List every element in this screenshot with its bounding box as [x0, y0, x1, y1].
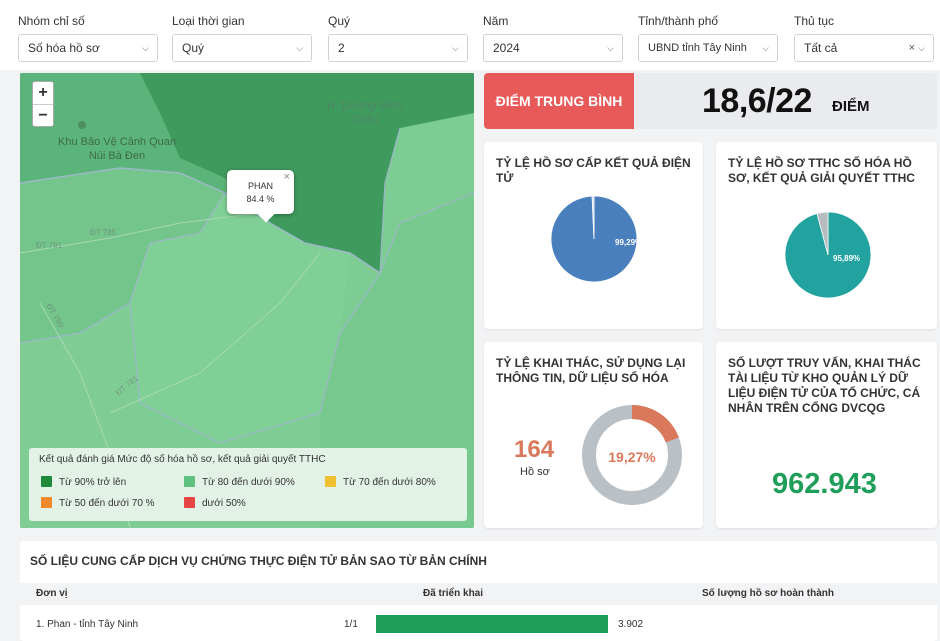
procedure-select[interactable]: Tất cả × ⌵ [794, 34, 934, 62]
popup-value: 84.4 % [246, 194, 275, 204]
region-popup: × PHAN 84.4 % [227, 170, 294, 223]
lookups-card: SỐ LƯỢT TRUY VẤN, KHAI THÁC TÀI LIỆU TỪ … [716, 342, 937, 528]
chevron-down-icon: ⌵ [142, 43, 149, 53]
filter-label: Thủ tục [794, 14, 835, 28]
legend-swatch [325, 476, 336, 487]
park-marker-icon [78, 121, 86, 129]
reuse-rate-donut: 19,27% [582, 405, 682, 505]
select-value: 2024 [493, 41, 520, 55]
filter-label: Quý [328, 14, 351, 28]
reuse-rate-card: TỶ LỆ KHAI THÁC, SỬ DỤNG LẠI THÔNG TIN, … [484, 342, 703, 528]
province-select[interactable]: UBND tỉnh Tây Ninh ⌵ [638, 34, 778, 62]
filter-time-type: Loại thời gian Quý ⌵ [172, 12, 312, 62]
legend-item: Từ 90% trở lên [41, 476, 126, 489]
close-icon[interactable]: × [284, 171, 290, 184]
panel-title: SỐ LIỆU CUNG CẤP DỊCH VỤ CHỨNG THỰC ĐIỆN… [30, 554, 487, 568]
legend-swatch [41, 497, 52, 508]
chevron-down-icon: ⌵ [607, 43, 614, 53]
average-score-banner: ĐIỂM TRUNG BÌNH 18,6/22 ĐIỂM [484, 73, 937, 129]
filter-year: Năm 2024 ⌵ [483, 12, 623, 62]
filter-label: Nhóm chỉ số [18, 14, 85, 28]
quarter-select[interactable]: 2 ⌵ [328, 34, 468, 62]
column-header: Số lượng hồ sơ hoàn thành [702, 588, 835, 599]
digitized-rate-card: TỶ LỆ HỒ SƠ TTHC SỐ HÓA HỒ SƠ, KẾT QUẢ G… [716, 142, 937, 329]
legend-label: Từ 80 đến dưới 90% [202, 477, 295, 488]
clear-icon[interactable]: × [909, 35, 915, 61]
unit-cell: 1. Phan - tỉnh Tây Ninh [36, 619, 139, 630]
legend-title: Kết quả đánh giá Mức độ số hóa hồ sơ, kế… [39, 454, 326, 465]
average-score-unit: ĐIỂM [832, 98, 870, 115]
deployed-progress-bar [376, 615, 608, 633]
average-score-label: ĐIỂM TRUNG BÌNH [484, 73, 634, 129]
legend-swatch [184, 497, 195, 508]
legend-item: Từ 70 đến dưới 80% [325, 476, 436, 489]
legend-label: Từ 70 đến dưới 80% [343, 477, 436, 488]
indicator-group-select[interactable]: Số hóa hồ sơ ⌵ [18, 34, 158, 62]
donut-label: 19,27% [608, 449, 656, 465]
place-label: H. Dương Minh Châu [327, 100, 403, 126]
table-row[interactable]: 1. Phan - tỉnh Tây Ninh 1/1 3.902 [20, 609, 937, 639]
legend-label: Từ 90% trở lên [59, 477, 127, 488]
zoom-in-button[interactable]: + [33, 82, 53, 104]
time-type-select[interactable]: Quý ⌵ [172, 34, 312, 62]
district-map[interactable]: + − Khu Bảo Vệ Cảnh Quan Núi Bà Đen H. D… [20, 73, 474, 528]
pie-label: 95,89% [833, 254, 860, 263]
filter-quarter: Quý 2 ⌵ [328, 12, 468, 62]
zoom-out-button[interactable]: − [33, 104, 53, 126]
filter-label: Loại thời gian [172, 14, 245, 28]
filter-procedure: Thủ tục Tất cả × ⌵ [794, 12, 934, 62]
filter-province: Tỉnh/thành phố UBND tỉnh Tây Ninh ⌵ [638, 12, 778, 62]
pie-label: 99,29% [615, 238, 642, 247]
select-value: Tất cả [804, 41, 838, 55]
deployed-cell: 1/1 [344, 619, 358, 630]
select-value: UBND tỉnh Tây Ninh [648, 42, 747, 54]
map-legend: Kết quả đánh giá Mức độ số hóa hồ sơ, kế… [29, 448, 467, 521]
select-value: Số hóa hồ sơ [28, 41, 100, 55]
filter-indicator-group: Nhóm chỉ số Số hóa hồ sơ ⌵ [18, 12, 158, 62]
zoom-control: + − [32, 81, 54, 127]
place-label: Khu Bảo Vệ Cảnh Quan Núi Bà Đen [57, 136, 177, 162]
legend-swatch [184, 476, 195, 487]
legend-swatch [41, 476, 52, 487]
legend-item: Từ 50 đến dưới 70 % [41, 497, 155, 510]
chevron-down-icon: ⌵ [762, 43, 769, 53]
completed-cell: 3.902 [618, 619, 644, 630]
select-value: Quý [182, 41, 205, 55]
deployed-progress-fill [376, 615, 608, 633]
year-select[interactable]: 2024 ⌵ [483, 34, 623, 62]
legend-item: dưới 50% [184, 497, 246, 510]
road-label: ĐT 785 [90, 228, 117, 237]
lookups-value: 962.943 [772, 468, 877, 500]
result-rate-pie: 99,29% [550, 195, 642, 283]
chevron-down-icon: ⌵ [296, 43, 303, 53]
filter-label: Tỉnh/thành phố [638, 14, 719, 28]
filter-bar: Nhóm chỉ số Số hóa hồ sơ ⌵ Loại thời gia… [0, 0, 940, 70]
card-title: SỐ LƯỢT TRUY VẤN, KHAI THÁC TÀI LIỆU TỪ … [728, 356, 921, 415]
chevron-down-icon: ⌵ [918, 43, 925, 53]
average-score-value: 18,6/22 [702, 82, 812, 120]
legend-label: Từ 50 đến dưới 70 % [59, 498, 155, 509]
column-header: Đơn vị [36, 588, 68, 599]
table-header: Đơn vị Đã triển khai Số lượng hồ sơ hoàn… [20, 583, 937, 605]
road-label: ĐT 781 [36, 241, 63, 250]
select-value: 2 [338, 41, 345, 55]
legend-label: dưới 50% [202, 498, 246, 509]
digitized-rate-pie: 95,89% [784, 211, 872, 299]
chevron-down-icon: ⌵ [452, 43, 459, 53]
column-header: Đã triển khai [423, 588, 484, 599]
filter-label: Năm [483, 14, 509, 28]
result-rate-card: TỶ LỆ HỒ SƠ CẤP KẾT QUẢ ĐIỆN TỬ 99,29% [484, 142, 703, 329]
certification-panel: SỐ LIỆU CUNG CẤP DỊCH VỤ CHỨNG THỰC ĐIỆN… [20, 541, 937, 641]
legend-item: Từ 80 đến dưới 90% [184, 476, 295, 489]
